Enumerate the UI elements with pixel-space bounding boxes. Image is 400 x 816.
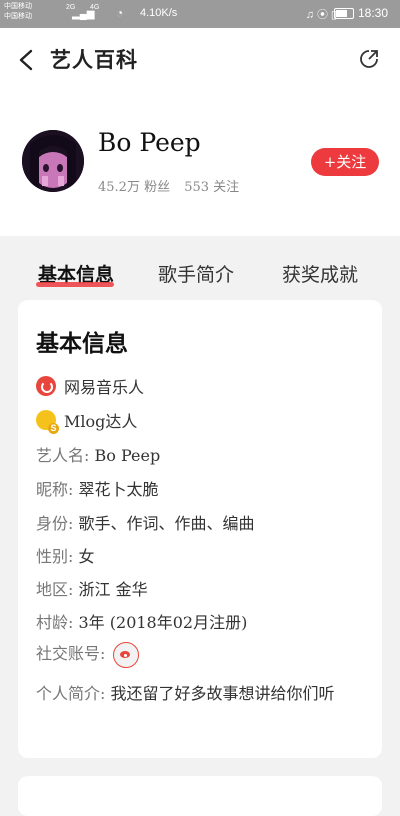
row-value: 翠花卜太脆 <box>78 480 159 499</box>
mlog-star-icon <box>36 410 59 434</box>
tab-singer-intro[interactable]: 歌手简介 <box>158 260 234 287</box>
wifi-icon: ◔ <box>116 6 124 20</box>
carrier-2: 中国移动 <box>4 13 32 20</box>
carrier-info: 中国移动 中国移动 <box>4 2 32 22</box>
netease-musician-icon <box>36 376 56 396</box>
row-label: 地区: <box>36 580 74 599</box>
artist-name: Bo Peep <box>98 128 201 157</box>
info-row-gender: 性别: 女 <box>36 543 95 567</box>
clock: 18:30 <box>357 6 388 20</box>
artist-stats: 45.2万 粉丝 553 关注 <box>98 176 249 195</box>
row-value: Bo Peep <box>94 446 161 465</box>
weibo-icon[interactable] <box>112 641 139 668</box>
row-label: 性别: <box>36 547 74 566</box>
status-bar: 中国移动 中国移动 2G 4G ▂▄▆ ◔ 4.10K/s ♫⦿▯ 18:30 <box>0 0 400 28</box>
info-row-artist-name: 艺人名: Bo Peep <box>36 442 160 466</box>
network-speed: 4.10K/s <box>140 7 178 19</box>
basic-info-card: 基本信息 网易音乐人 Mlog达人 艺人名: Bo Peep 昵称: 翠花卜太脆… <box>18 300 382 758</box>
row-label: 昵称: <box>36 480 74 499</box>
row-label: 村龄: <box>36 613 74 632</box>
follow-button[interactable]: +关注 <box>311 148 379 176</box>
header-section: 艺人百科 Bo Peep 45.2万 粉丝 553 关注 +关注 <box>0 28 400 236</box>
carrier-1: 中国移动 <box>4 3 32 10</box>
info-row-village-age: 村龄: 3年 (2018年02月注册) <box>36 609 247 633</box>
share-icon[interactable] <box>358 48 380 70</box>
avatar[interactable] <box>22 130 84 192</box>
row-label: 身份: <box>36 514 74 533</box>
intro-text: 我还留了好多故事想讲给你们听 <box>110 684 335 703</box>
info-row-nickname: 昵称: 翠花卜太脆 <box>36 476 159 500</box>
tab-awards[interactable]: 获奖成就 <box>282 260 358 287</box>
signal-icon: ▂▄▆ <box>72 9 95 20</box>
info-row-identity: 身份: 歌手、作词、作曲、编曲 <box>36 510 255 534</box>
info-row-region: 地区: 浙江 金华 <box>36 576 148 600</box>
badge-netease-musician[interactable]: 网易音乐人 <box>36 374 144 398</box>
row-value: 女 <box>78 547 95 566</box>
row-label: 艺人名: <box>36 446 90 465</box>
fans-count[interactable]: 45.2万 粉丝 <box>98 180 170 195</box>
badge-label: 网易音乐人 <box>64 378 145 397</box>
row-value: 浙江 金华 <box>78 580 148 599</box>
battery-icon <box>334 8 354 19</box>
info-row-social: 社交账号: <box>36 640 139 668</box>
row-value: 歌手、作词、作曲、编曲 <box>78 514 255 533</box>
active-tab-indicator <box>36 282 114 287</box>
card-title: 基本信息 <box>36 330 128 357</box>
follows-count[interactable]: 553 关注 <box>184 180 239 195</box>
page-title: 艺人百科 <box>50 47 138 72</box>
row-value: 3年 (2018年02月注册) <box>78 613 248 632</box>
badge-mlog[interactable]: Mlog达人 <box>36 408 138 434</box>
badge-label: Mlog达人 <box>64 412 138 431</box>
next-card <box>18 776 382 816</box>
info-row-intro: 个人简介: 我还留了好多故事想讲给你们听 <box>36 678 366 710</box>
row-label: 社交账号: <box>36 644 106 663</box>
row-label: 个人简介: <box>36 684 106 703</box>
chevron-left-icon[interactable] <box>16 48 38 72</box>
